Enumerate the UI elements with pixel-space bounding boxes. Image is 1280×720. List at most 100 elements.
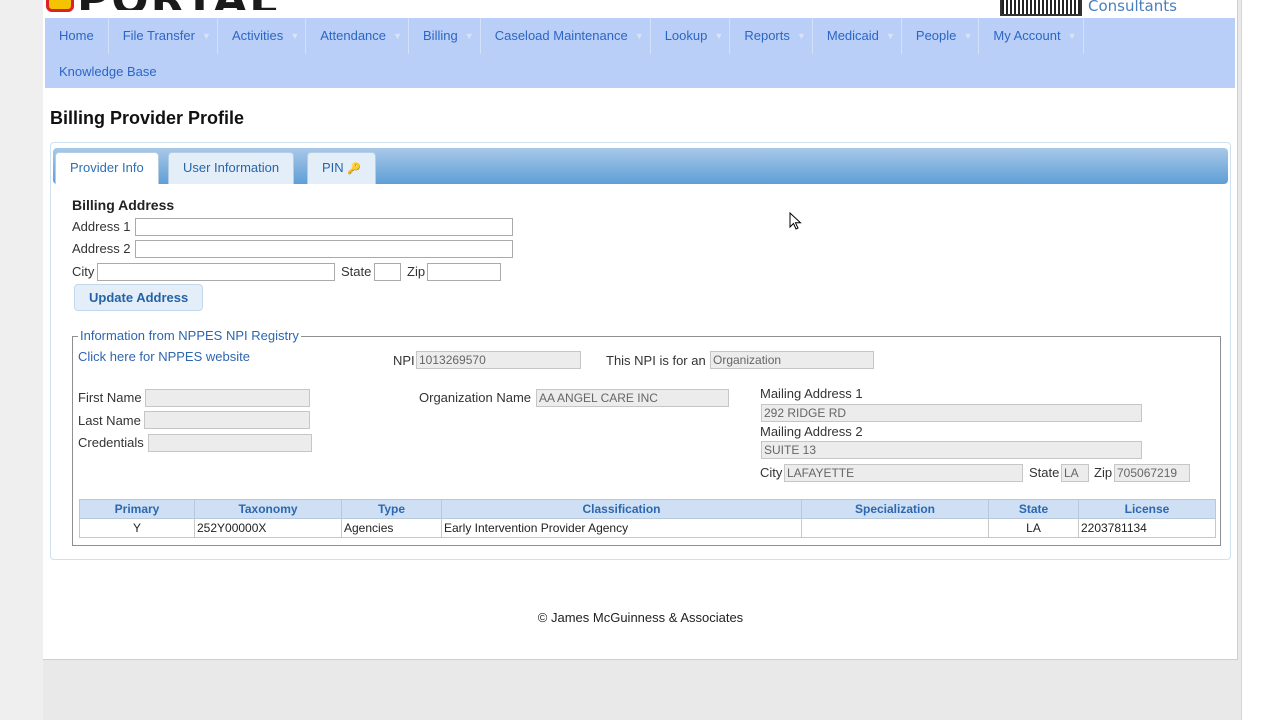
caret-down-icon: ▼ [714,31,724,41]
npi-type-label: This NPI is for an [606,353,706,368]
npi-label: NPI [393,353,415,368]
left-gutter [0,0,43,720]
nav-item-medicaid[interactable]: Medicaid ▼ [813,18,902,54]
credentials-field [148,434,312,452]
zip-field[interactable] [427,263,501,281]
org-name-label: Organization Name [419,390,531,405]
credentials-label: Credentials [78,435,144,450]
nav-label: Lookup [664,28,708,43]
last-name-label: Last Name [78,413,141,428]
caret-down-icon: ▼ [634,31,644,41]
tab-bar: Provider Info User Information PIN 🔑 [53,148,1228,184]
caret-down-icon: ▼ [393,31,403,41]
nav-label: People [915,28,957,43]
mailing-city-label: City [760,465,783,480]
zip-label: Zip [407,264,426,279]
page-container: PORTAL Consultants Home File Transfer ▼ A… [43,0,1238,660]
first-name-field [145,389,310,407]
logo-badge-icon [46,0,74,12]
col-state[interactable]: State [988,499,1079,519]
mailing-state-label: State [1029,465,1060,480]
tab-provider-info[interactable]: Provider Info [55,152,159,184]
nav-item-file-transfer[interactable]: File Transfer ▼ [109,18,218,54]
footer-copyright: © James McGuinness & Associates [537,610,744,625]
address2-field[interactable] [135,240,513,258]
nav-item-lookup[interactable]: Lookup ▼ [651,18,731,54]
npi-field: 1013269570 [416,351,581,369]
city-label: City [72,264,95,279]
nav-label: Caseload Maintenance [494,28,628,43]
mailing2-field: SUITE 13 [761,441,1142,459]
first-name-label: First Name [78,390,142,405]
nav-item-knowledge-base[interactable]: Knowledge Base [45,54,171,90]
cell-classification: Early Intervention Provider Agency [441,518,802,538]
col-specialization[interactable]: Specialization [801,499,989,519]
update-address-button[interactable]: Update Address [74,284,204,311]
nav-label: Reports [744,28,790,43]
nav-row-1: Home File Transfer ▼ Activities ▼ Attendan… [45,18,1084,54]
nav-row-2: Knowledge Base [45,54,171,90]
mailing-state-field: LA [1061,464,1089,482]
mailing2-label: Mailing Address 2 [760,424,863,439]
state-label: State [341,264,372,279]
cell-taxonomy: 252Y00000X [194,518,342,538]
nav-label: Home [59,28,94,43]
mailing1-field: 292 RIDGE RD [761,404,1142,422]
nav-label: Billing [423,28,458,43]
caret-down-icon: ▼ [963,31,973,41]
nppes-fieldset: Information from NPPES NPI Registry Clic… [72,328,1221,546]
nav-item-reports[interactable]: Reports ▼ [730,18,813,54]
nav-item-activities[interactable]: Activities ▼ [218,18,307,54]
tab-user-information[interactable]: User Information [168,152,295,184]
cell-license: 2203781134 [1078,518,1216,538]
nav-item-caseload-maintenance[interactable]: Caseload Maintenance ▼ [481,18,651,54]
taxonomy-table: Primary Taxonomy Type Classification Spe… [79,499,1216,538]
address1-label: Address 1 [72,219,131,234]
tab-label: User Information [183,160,280,175]
tab-label: Provider Info [70,160,144,175]
tab-pin[interactable]: PIN 🔑 [307,152,376,184]
cell-state: LA [988,518,1079,538]
col-type[interactable]: Type [341,499,442,519]
nav-label: File Transfer [122,28,195,43]
cell-specialization [801,518,989,538]
nav-label: Medicaid [826,28,879,43]
nav-label: Knowledge Base [59,64,157,79]
cell-primary: Y [79,518,195,538]
building-logo-icon [1000,0,1082,16]
nav-item-billing[interactable]: Billing ▼ [409,18,481,54]
billing-address-heading: Billing Address [72,197,175,213]
table-header-row: Primary Taxonomy Type Classification Spe… [79,499,1216,519]
caret-down-icon: ▼ [1067,31,1077,41]
address2-label: Address 2 [72,241,131,256]
nav-item-home[interactable]: Home [45,18,109,54]
caret-down-icon: ▼ [290,31,300,41]
nav-item-my-account[interactable]: My Account ▼ [979,18,1084,54]
col-classification[interactable]: Classification [441,499,802,519]
table-row: Y 252Y00000X Agencies Early Intervention… [79,518,1216,538]
nav-label: Attendance [320,28,387,43]
city-field[interactable] [97,263,335,281]
col-taxonomy[interactable]: Taxonomy [194,499,342,519]
org-name-field: AA ANGEL CARE INC [536,389,729,407]
main-nav: Home File Transfer ▼ Activities ▼ Attendan… [45,18,1235,88]
nav-item-attendance[interactable]: Attendance ▼ [306,18,410,54]
col-license[interactable]: License [1078,499,1216,519]
state-field[interactable] [374,263,401,281]
mailing-zip-field: 705067219 [1114,464,1190,482]
nav-item-people[interactable]: People ▼ [902,18,980,54]
page-title: Billing Provider Profile [50,108,245,128]
nppes-website-link[interactable]: Click here for NPPES website [78,349,250,364]
address1-field[interactable] [135,218,513,236]
mailing-city-field: LAFAYETTE [784,464,1023,482]
consultants-text: Consultants [1088,0,1177,15]
cell-type: Agencies [341,518,442,538]
caret-down-icon: ▼ [464,31,474,41]
portal-logo: PORTAL [46,0,279,12]
mailing-zip-label: Zip [1094,465,1113,480]
nav-label: My Account [993,28,1061,43]
col-primary[interactable]: Primary [79,499,195,519]
key-icon: 🔑 [347,163,361,175]
caret-down-icon: ▼ [796,31,806,41]
window-scrollbar-track[interactable] [1241,0,1280,720]
